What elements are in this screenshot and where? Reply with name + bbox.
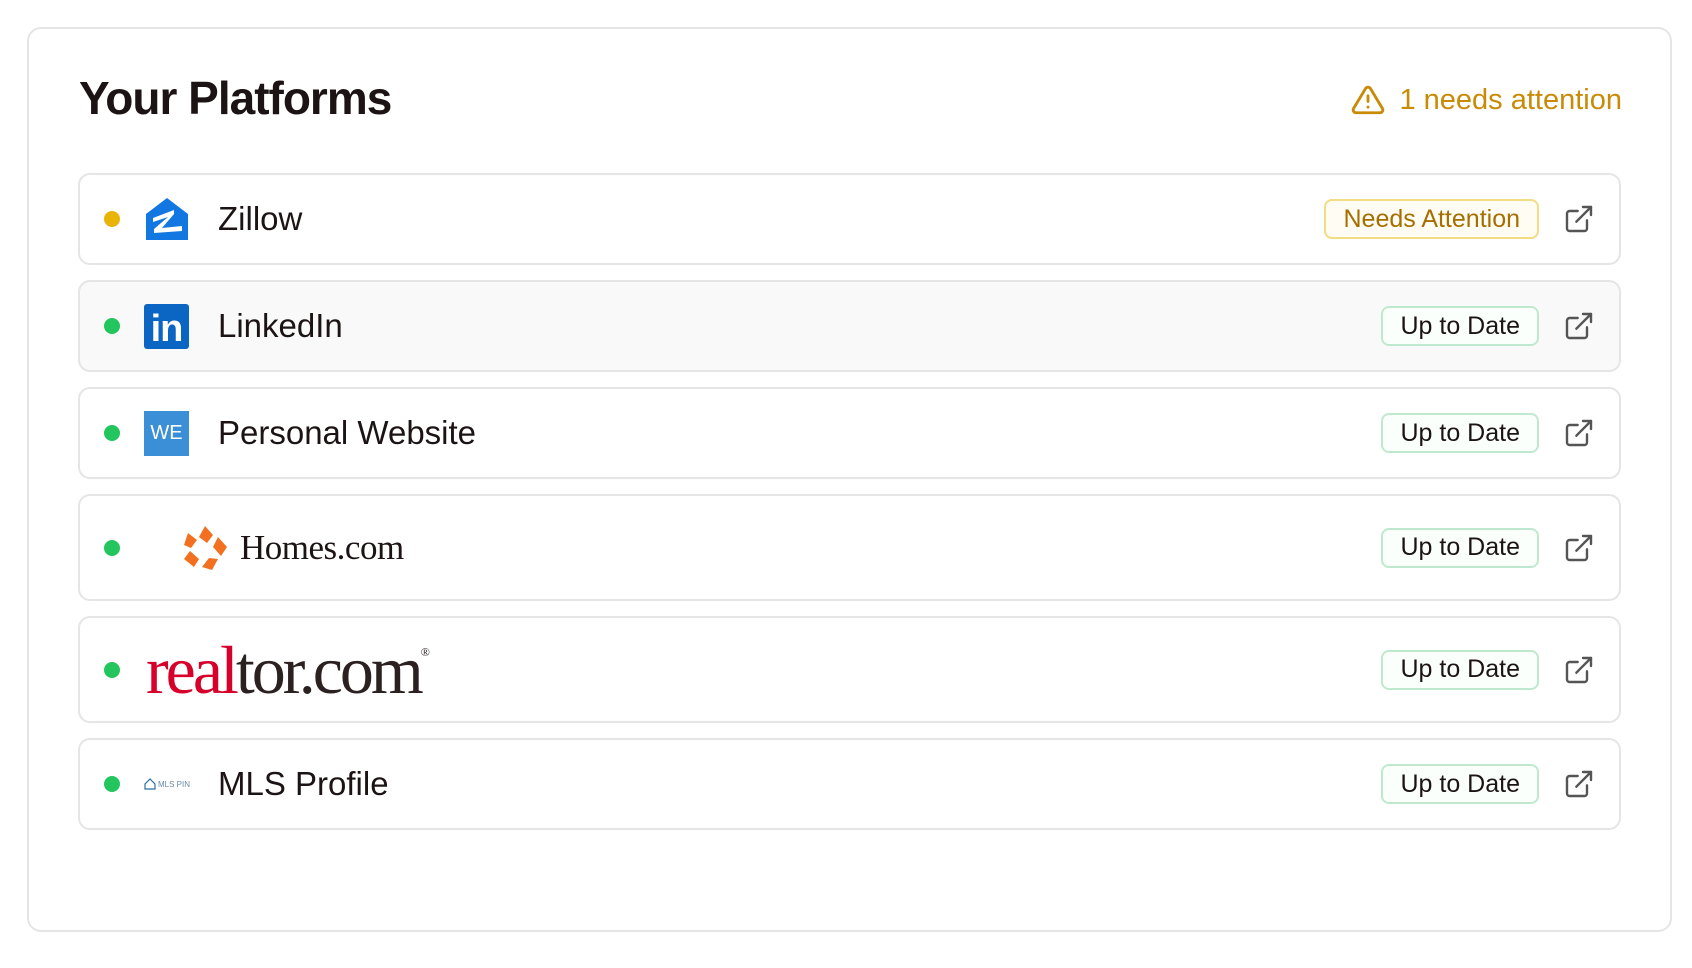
status-badge: Up to Date (1381, 649, 1539, 690)
platform-row-mls-profile[interactable]: MLS PIN MLS Profile Up to Date (78, 738, 1621, 830)
card-title: Your Platforms (79, 72, 392, 124)
platform-row-realtor-com[interactable]: real tor.com ® Up to Date (78, 616, 1621, 723)
external-link-icon[interactable] (1563, 203, 1595, 235)
status-dot (104, 211, 120, 227)
platform-name: Personal Website (218, 414, 477, 451)
status-dot (104, 776, 120, 792)
external-link-icon[interactable] (1563, 532, 1595, 564)
zillow-logo (144, 196, 190, 242)
status-badge: Up to Date (1381, 306, 1539, 346)
platforms-card: Your Platforms 1 needs attention Zillow … (27, 27, 1672, 932)
attention-text: 1 needs attention (1399, 83, 1622, 116)
platform-row-personal-website[interactable]: WE Personal Website Up to Date (78, 387, 1621, 479)
attention-summary: 1 needs attention (1351, 83, 1622, 117)
status-badge: Up to Date (1381, 764, 1539, 804)
external-link-icon[interactable] (1563, 768, 1595, 800)
homes-com-logo: Homes.com (180, 523, 404, 573)
mls-house-icon (144, 778, 156, 790)
external-link-icon[interactable] (1563, 417, 1595, 449)
status-dot (104, 539, 120, 556)
status-badge: Needs Attention (1324, 199, 1539, 239)
mls-pin-logo: MLS PIN (144, 778, 190, 790)
platform-row-linkedin[interactable]: in LinkedIn Up to Date (78, 280, 1621, 372)
platform-name: LinkedIn (218, 307, 343, 344)
platform-name: Zillow (218, 200, 303, 237)
platform-row-homes-com[interactable]: Homes.com Up to Date (78, 494, 1621, 601)
realtor-com-logo: real tor.com ® (146, 631, 430, 708)
status-dot (104, 661, 120, 678)
warning-triangle-icon (1352, 85, 1385, 115)
website-logo: WE (144, 410, 189, 456)
status-dot (104, 318, 120, 334)
homes-com-mark-icon (184, 525, 227, 570)
external-link-icon[interactable] (1563, 310, 1595, 342)
status-badge: Up to Date (1381, 413, 1539, 453)
external-link-icon[interactable] (1563, 654, 1595, 686)
platform-name: MLS Profile (218, 765, 389, 802)
linkedin-logo: in (144, 303, 189, 349)
platform-row-zillow[interactable]: Zillow Needs Attention (78, 173, 1621, 265)
status-dot (104, 425, 120, 441)
status-badge: Up to Date (1381, 527, 1539, 568)
